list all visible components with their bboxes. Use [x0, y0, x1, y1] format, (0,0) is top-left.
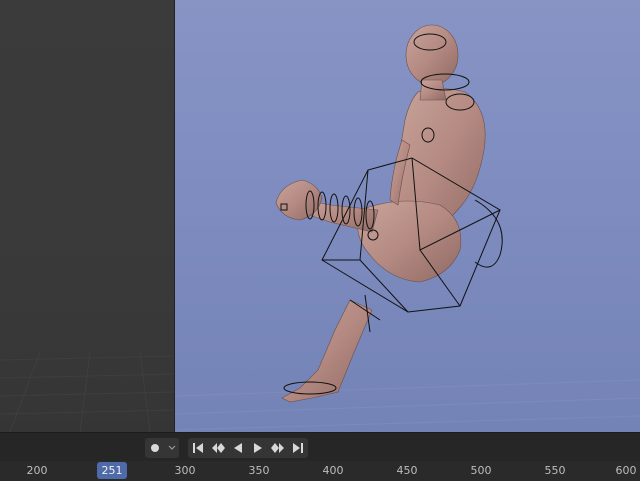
- main-viewport[interactable]: [175, 0, 640, 432]
- left-viewport-floor-grid: [0, 351, 175, 432]
- skip-end-icon[interactable]: [288, 438, 308, 458]
- next-keyframe-icon[interactable]: [268, 438, 288, 458]
- chevron-down-icon[interactable]: [165, 438, 179, 458]
- record-icon[interactable]: [145, 438, 165, 458]
- viewport-floor-grid: [175, 379, 640, 431]
- timeline[interactable]: 200 251 300 350 400 450 500 550 600: [0, 432, 640, 481]
- tick-label: 600: [615, 464, 637, 477]
- play-icon[interactable]: [248, 438, 268, 458]
- frame-ruler[interactable]: 200 251 300 350 400 450 500 550 600: [0, 461, 640, 481]
- tick-label: 500: [470, 464, 492, 477]
- tick-label: 450: [396, 464, 418, 477]
- prev-keyframe-icon[interactable]: [208, 438, 228, 458]
- figure-scene: [175, 24, 640, 431]
- transport-controls: [188, 438, 308, 458]
- tick-label: 350: [248, 464, 270, 477]
- tick-label: 200: [26, 464, 48, 477]
- current-frame-indicator[interactable]: 251: [97, 462, 127, 479]
- skip-start-icon[interactable]: [188, 438, 208, 458]
- playback-bar: [0, 433, 640, 461]
- human-figure: [275, 24, 486, 403]
- tick-label: 300: [174, 464, 196, 477]
- tick-label: 550: [544, 464, 566, 477]
- play-reverse-icon[interactable]: [228, 438, 248, 458]
- tick-label: 400: [322, 464, 344, 477]
- record-group: [145, 438, 179, 458]
- left-viewport[interactable]: [0, 0, 175, 432]
